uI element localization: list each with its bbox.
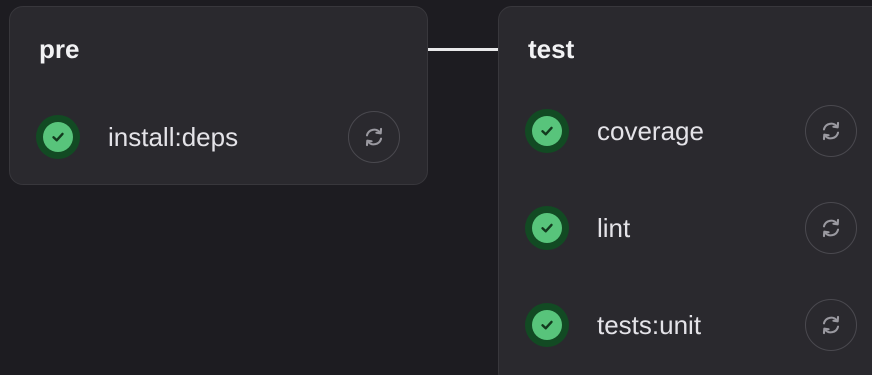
job-name[interactable]: lint xyxy=(597,212,630,244)
success-check-icon xyxy=(525,303,569,347)
retry-button[interactable] xyxy=(348,111,400,163)
job-name[interactable]: install:deps xyxy=(108,121,238,153)
success-check-icon xyxy=(525,206,569,250)
retry-icon xyxy=(365,127,383,147)
job-name[interactable]: tests:unit xyxy=(597,309,701,341)
stage-title: pre xyxy=(39,34,80,64)
stage-connector xyxy=(428,48,498,51)
stage-title: test xyxy=(528,34,575,64)
job-name[interactable]: coverage xyxy=(597,115,704,147)
retry-icon xyxy=(822,218,840,238)
stage-pre: pre install:deps xyxy=(9,6,428,185)
pipeline-graph: pre install:deps test coverage lint test… xyxy=(0,0,872,375)
retry-button[interactable] xyxy=(805,202,857,254)
success-check-icon xyxy=(36,115,80,159)
retry-icon xyxy=(822,121,840,141)
job-coverage[interactable]: coverage xyxy=(499,103,872,159)
retry-button[interactable] xyxy=(805,299,857,351)
job-tests-unit[interactable]: tests:unit xyxy=(499,297,872,353)
retry-icon xyxy=(822,315,840,335)
retry-button[interactable] xyxy=(805,105,857,157)
success-check-icon xyxy=(525,109,569,153)
stage-test: test coverage lint tests:unit xyxy=(498,6,872,375)
job-install-deps[interactable]: install:deps xyxy=(10,109,427,165)
job-lint[interactable]: lint xyxy=(499,200,872,256)
